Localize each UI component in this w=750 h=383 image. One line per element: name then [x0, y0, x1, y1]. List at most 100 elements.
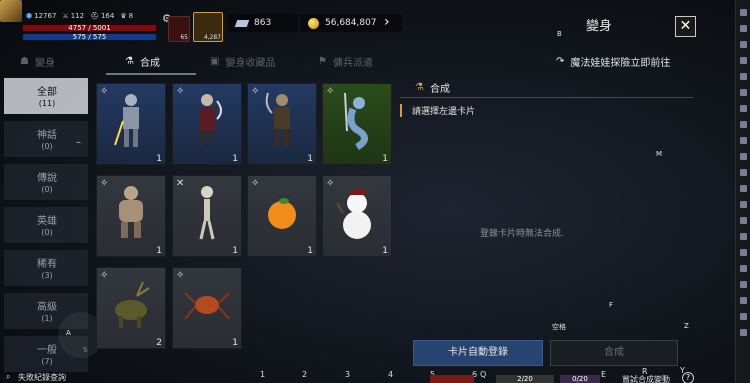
- transform-icon: ☗: [20, 56, 29, 67]
- category-rare[interactable]: 稀有 (3): [4, 250, 88, 286]
- scroll-slot[interactable]: 4,287: [193, 12, 223, 42]
- wing-icon: ✧: [100, 86, 109, 97]
- toolbar-icon[interactable]: [739, 217, 747, 224]
- flask-icon: ⚗: [415, 82, 424, 93]
- magnifier-icon: ⌕: [6, 372, 11, 381]
- helmet-icon: ⛑: [90, 12, 99, 20]
- synthesize-button[interactable]: 合成: [550, 340, 678, 366]
- slot-b-bar: 0/20: [560, 375, 600, 383]
- close-button[interactable]: ✕: [675, 16, 696, 37]
- toolbar-icon[interactable]: [739, 201, 747, 208]
- hotkey-q: Q: [480, 370, 487, 379]
- hotkey-4: 4: [388, 370, 394, 379]
- toolbar-icon[interactable]: [739, 121, 747, 128]
- warrior-figure: [265, 92, 290, 147]
- wing-icon: ✧: [251, 86, 260, 97]
- wing-icon: ✧: [100, 178, 109, 189]
- card-item[interactable]: ✧ 1: [322, 83, 392, 165]
- mage-figure: [199, 93, 222, 147]
- card-item[interactable]: ✧ 1: [96, 83, 166, 165]
- hp-slot-bar: [430, 375, 474, 383]
- hotkey-e: E: [601, 370, 607, 379]
- crystal-currency: 863: [228, 14, 298, 32]
- book-icon: ▣: [210, 56, 220, 67]
- hotkey-r: R: [642, 367, 648, 376]
- toolbar-icon[interactable]: [739, 25, 747, 32]
- wing-icon: ✧: [176, 270, 185, 281]
- slot-a-bar: 2/20: [496, 375, 554, 383]
- tab-transform[interactable]: ☗ 變身: [20, 54, 55, 69]
- character-avatar[interactable]: [0, 0, 22, 22]
- sword-icon: ⚔: [62, 12, 69, 20]
- card-item[interactable]: ✕ 1: [172, 175, 242, 257]
- skeleton-figure: [199, 185, 215, 240]
- failed-records-link[interactable]: 失敗紀錄查詢: [18, 372, 66, 383]
- active-tab-indicator: [106, 73, 196, 75]
- hotkey-3: 3: [345, 370, 351, 379]
- help-icon[interactable]: ?: [682, 372, 694, 383]
- mp-bar: 575 / 575: [22, 33, 157, 41]
- hotkey-2: 2: [302, 370, 308, 379]
- toolbar-icon[interactable]: [739, 169, 747, 176]
- toolbar-icon[interactable]: [739, 41, 747, 48]
- toolbar-icon[interactable]: [739, 265, 747, 272]
- stag-figure: [115, 281, 150, 328]
- hotkey-1: 1: [260, 370, 266, 379]
- chevron-right-icon[interactable]: ›: [384, 14, 390, 30]
- redo-arrow-icon: ↷: [556, 56, 565, 67]
- ogre-figure: [119, 185, 143, 238]
- toolbar-icon[interactable]: [739, 185, 747, 192]
- toolbar-icon[interactable]: [739, 73, 747, 80]
- coin-icon: [308, 17, 319, 29]
- auto-register-button[interactable]: 卡片自動登錄: [413, 340, 543, 366]
- toolbar-icon[interactable]: [739, 57, 747, 64]
- card-item[interactable]: ✧ 1: [172, 83, 242, 165]
- stat-attack: ⚔ 112: [62, 12, 85, 20]
- wing-icon: ✧: [326, 86, 335, 97]
- wing-icon: ✧: [176, 86, 185, 97]
- snowman-figure: [337, 188, 371, 239]
- flask-icon: ⚗: [125, 56, 134, 67]
- potion-slot[interactable]: 65: [168, 16, 190, 42]
- toolbar-icon[interactable]: [739, 105, 747, 112]
- stats-row: ⬢ 12767 ⚔ 112 ⛑ 164 ♛ 8: [26, 12, 133, 20]
- panel-header: ⚗ 合成: [400, 78, 693, 98]
- stat-defense: ⛑ 164: [90, 12, 115, 20]
- combat-power: ⬢ 12767: [26, 12, 57, 20]
- toolbar-icon[interactable]: [739, 249, 747, 256]
- shield-icon: ⬢: [26, 12, 33, 20]
- crystal-icon: [234, 19, 250, 27]
- panel-hint: 請選擇左邊卡片: [400, 104, 475, 117]
- wing-icon: ✧: [326, 178, 335, 189]
- category-all[interactable]: 全部 (11): [4, 78, 88, 114]
- category-legendary[interactable]: 傳說 (0): [4, 164, 88, 200]
- card-item[interactable]: ✧ 1: [96, 175, 166, 257]
- synthesis-panel: ⚗ 合成 請選擇左邊卡片 登錄卡片時無法合成. 空格 卡片自動登錄 合成: [400, 78, 702, 370]
- toolbar-icon[interactable]: [739, 153, 747, 160]
- toolbar-icon[interactable]: [739, 233, 747, 240]
- flag-icon: ⚑: [318, 56, 327, 67]
- card-item[interactable]: ✧ 2: [96, 267, 166, 349]
- wing-icon: ✧: [251, 178, 260, 189]
- collapse-icon[interactable]: –: [76, 137, 81, 148]
- toolbar-icon[interactable]: [739, 281, 747, 288]
- key-hint: 空格: [552, 323, 566, 331]
- card-item[interactable]: ✧ 1: [247, 83, 317, 165]
- toolbar-icon[interactable]: [739, 9, 747, 16]
- toolbar-icon[interactable]: [739, 313, 747, 320]
- category-hero[interactable]: 英雄 (0): [4, 207, 88, 243]
- knight-figure: [114, 93, 139, 147]
- tab-synthesis[interactable]: ⚗ 合成: [125, 54, 160, 69]
- explore-link[interactable]: ↷ 魔法娃娃探險立即前往: [556, 54, 670, 69]
- toolbar-icon[interactable]: [739, 329, 747, 336]
- side-toolbar: [735, 0, 750, 383]
- naga-figure: [344, 92, 368, 150]
- tab-collection[interactable]: ▣ 變身收藏品: [210, 54, 275, 69]
- card-item[interactable]: ✧ 1: [172, 267, 242, 349]
- toolbar-icon[interactable]: [739, 297, 747, 304]
- toolbar-icon[interactable]: [739, 137, 747, 144]
- card-item[interactable]: ✧ 1: [247, 175, 317, 257]
- card-item[interactable]: ✧ 1: [322, 175, 392, 257]
- tab-mercenary[interactable]: ⚑ 傭兵派遣: [318, 54, 373, 69]
- toolbar-icon[interactable]: [739, 89, 747, 96]
